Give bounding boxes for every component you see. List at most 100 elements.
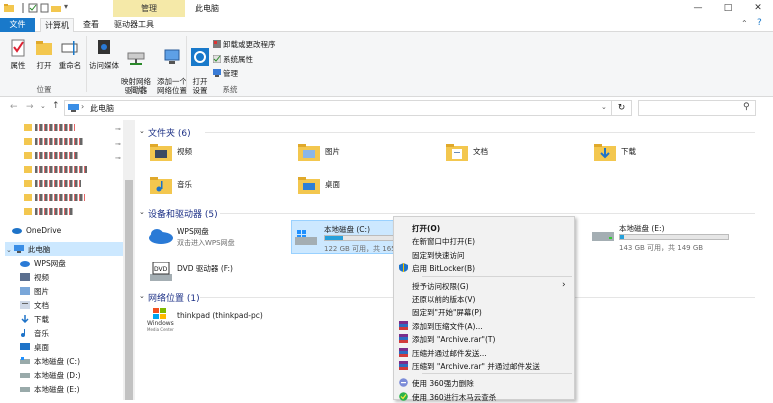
nav-item-music[interactable]: 音乐 [20, 327, 49, 340]
context-menu-item[interactable]: 启用 BitLocker(B) [412, 263, 475, 274]
context-menu-item[interactable]: 固定到快速访问 [412, 250, 465, 261]
device-wps-drive[interactable]: WPS网盘 双击进入WPS网盘 [146, 224, 286, 252]
context-menu-item[interactable]: 固定到"开始"屏幕(P) [412, 307, 482, 318]
wps-cloud-icon [149, 229, 173, 244]
tab-file[interactable]: 文件 [0, 18, 35, 32]
desktop-icon [20, 343, 30, 350]
maximize-button[interactable]: □ [713, 0, 743, 17]
nav-label: 此电脑 [27, 245, 51, 254]
pin-icon: ⊸ [115, 154, 121, 162]
context-menu-item[interactable]: 压缩到 "Archive.rar" 并通过邮件发送 [412, 361, 540, 372]
ribbon-collapse-icon[interactable]: ⌃ [741, 19, 748, 28]
drive-usage-fill [620, 235, 625, 239]
up-arrow-icon[interactable]: ↑ [52, 101, 60, 111]
collapse-chevron-icon[interactable]: ⌄ [139, 127, 145, 135]
context-menu-item[interactable]: 在新窗口中打开(E) [412, 236, 475, 247]
search-icon: ⚲ [743, 102, 750, 112]
collapse-chevron-icon[interactable]: ⌄ [139, 292, 145, 300]
nav-item-wps[interactable]: WPS网盘 [20, 257, 66, 270]
close-button[interactable]: ✕ [743, 0, 773, 17]
open-folder-icon [36, 41, 52, 55]
folder-item-downloads[interactable]: 下载 [594, 143, 636, 163]
nav-item-desktop[interactable]: 桌面 [20, 341, 49, 354]
nav-label: 桌面 [34, 343, 49, 352]
section-devices-header[interactable]: 设备和驱动器 (5) [148, 207, 218, 220]
access-media-button[interactable]: 访问媒体 [89, 38, 119, 71]
quick-access-customize-icon[interactable]: ▾ [64, 2, 68, 11]
nav-item-pictures[interactable]: 图片 [20, 285, 49, 298]
folder-item-desktop[interactable]: 桌面 [298, 176, 340, 196]
settings-gear-icon [191, 48, 209, 66]
folder-item-music[interactable]: 音乐 [150, 176, 192, 196]
pinned-quick-access-redacted [24, 121, 112, 217]
open-button[interactable]: 打开 [30, 38, 58, 71]
nav-scrollbar-thumb[interactable] [125, 180, 133, 400]
nav-item-onedrive[interactable]: OneDrive [12, 224, 61, 237]
properties-quick-icon[interactable] [28, 3, 38, 13]
properties-button[interactable]: 属性 [4, 38, 32, 71]
new-folder-quick-icon[interactable] [40, 3, 50, 13]
nav-label: 本地磁盘 (C:) [34, 357, 80, 366]
nav-item-drive-d[interactable]: 本地磁盘 (D:) [20, 369, 81, 382]
network-item-thinkpad[interactable]: Windows Media Center thinkpad (thinkpad-… [146, 307, 296, 333]
back-arrow-icon[interactable]: ← [10, 102, 18, 112]
download-arrow-icon [21, 315, 29, 323]
breadcrumb-this-pc[interactable]: 此电脑 [90, 103, 114, 114]
address-dropdown-icon[interactable]: ⌄ [601, 103, 607, 111]
hard-drive-icon [592, 232, 614, 241]
tab-view[interactable]: 查看 [78, 18, 104, 32]
collapse-chevron-icon[interactable]: ⌄ [139, 208, 145, 216]
folder-item-videos[interactable]: 视频 [150, 143, 192, 163]
shield-icon [399, 263, 408, 273]
context-menu-item[interactable]: 添加到 "Archive.rar"(T) [412, 334, 495, 345]
context-menu-item[interactable]: 添加到压缩文件(A)... [412, 321, 483, 332]
context-menu-item[interactable]: 使用 360强力删除 [412, 378, 474, 389]
search-input[interactable]: ⚲ [638, 100, 756, 116]
manage-context-tab[interactable]: 管理 [113, 0, 185, 17]
nav-label: WPS网盘 [34, 259, 66, 268]
minimize-button[interactable]: — [683, 0, 713, 17]
rar-icon [399, 347, 408, 357]
help-icon[interactable]: ? [757, 18, 762, 28]
tab-computer[interactable]: 计算机 [40, 18, 74, 32]
recent-locations-icon[interactable]: ⌄ [40, 102, 46, 110]
nav-item-drive-e[interactable]: 本地磁盘 (E:) [20, 383, 80, 396]
nav-label: 文档 [34, 301, 49, 310]
folder-item-pictures[interactable]: 图片 [298, 143, 340, 163]
device-drive-e[interactable]: 本地磁盘 (E:) 143 GB 可用，共 149 GB [590, 220, 740, 254]
folder-icon [4, 4, 14, 12]
dropdown-icon[interactable] [18, 3, 28, 13]
context-menu-item[interactable]: 使用 360进行木马云查杀 [412, 392, 496, 403]
system-properties-label: 系统属性 [223, 55, 253, 64]
nav-item-videos[interactable]: 视频 [20, 271, 49, 284]
programs-icon [213, 40, 221, 48]
tab-drive-tools[interactable]: 驱动器工具 [110, 18, 158, 32]
address-bar[interactable]: › 此电脑 ⌄ [64, 100, 612, 116]
forward-arrow-icon[interactable]: → [26, 102, 34, 112]
pin-icon: ⊸ [115, 125, 121, 133]
nav-item-downloads[interactable]: 下载 [20, 313, 49, 326]
context-menu-item[interactable]: 还原以前的版本(V) [412, 294, 475, 305]
context-menu-item[interactable]: 授予访问权限(G) [412, 281, 469, 292]
nav-label: 本地磁盘 (E:) [34, 385, 80, 394]
device-drive-c-selected[interactable]: 本地磁盘 (C:) 122 GB 可用，共 165 [291, 220, 396, 254]
uninstall-programs-label: 卸载或更改程序 [223, 40, 276, 49]
context-menu-item[interactable]: 压缩并通过邮件发送... [412, 348, 487, 359]
section-folders-header[interactable]: 文件夹 (6) [148, 126, 191, 139]
refresh-button[interactable]: ↻ [612, 100, 632, 116]
uninstall-programs-button[interactable]: 卸载或更改程序 [213, 39, 276, 50]
system-properties-button[interactable]: 系统属性 [212, 54, 253, 65]
nav-item-documents[interactable]: 文档 [20, 299, 49, 312]
nav-item-this-pc[interactable]: ⌄ 此电脑 [6, 243, 50, 256]
folder-item-documents[interactable]: 文档 [446, 143, 488, 163]
rename-button[interactable]: 重命名 [56, 38, 84, 71]
context-menu-item[interactable]: 打开(O) [412, 223, 440, 234]
device-description: 双击进入WPS网盘 [177, 239, 235, 247]
new-quick-icon[interactable] [51, 3, 61, 13]
manage-button[interactable]: 管理 [213, 68, 238, 79]
nav-item-drive-c[interactable]: 本地磁盘 (C:) [20, 355, 80, 368]
device-dvd-drive[interactable]: DVD DVD 驱动器 (F:) [146, 260, 286, 284]
section-network-header[interactable]: 网络位置 (1) [148, 291, 200, 304]
access-media-label: 访问媒体 [89, 61, 119, 70]
expand-chevron-icon[interactable]: ⌄ [6, 246, 12, 254]
